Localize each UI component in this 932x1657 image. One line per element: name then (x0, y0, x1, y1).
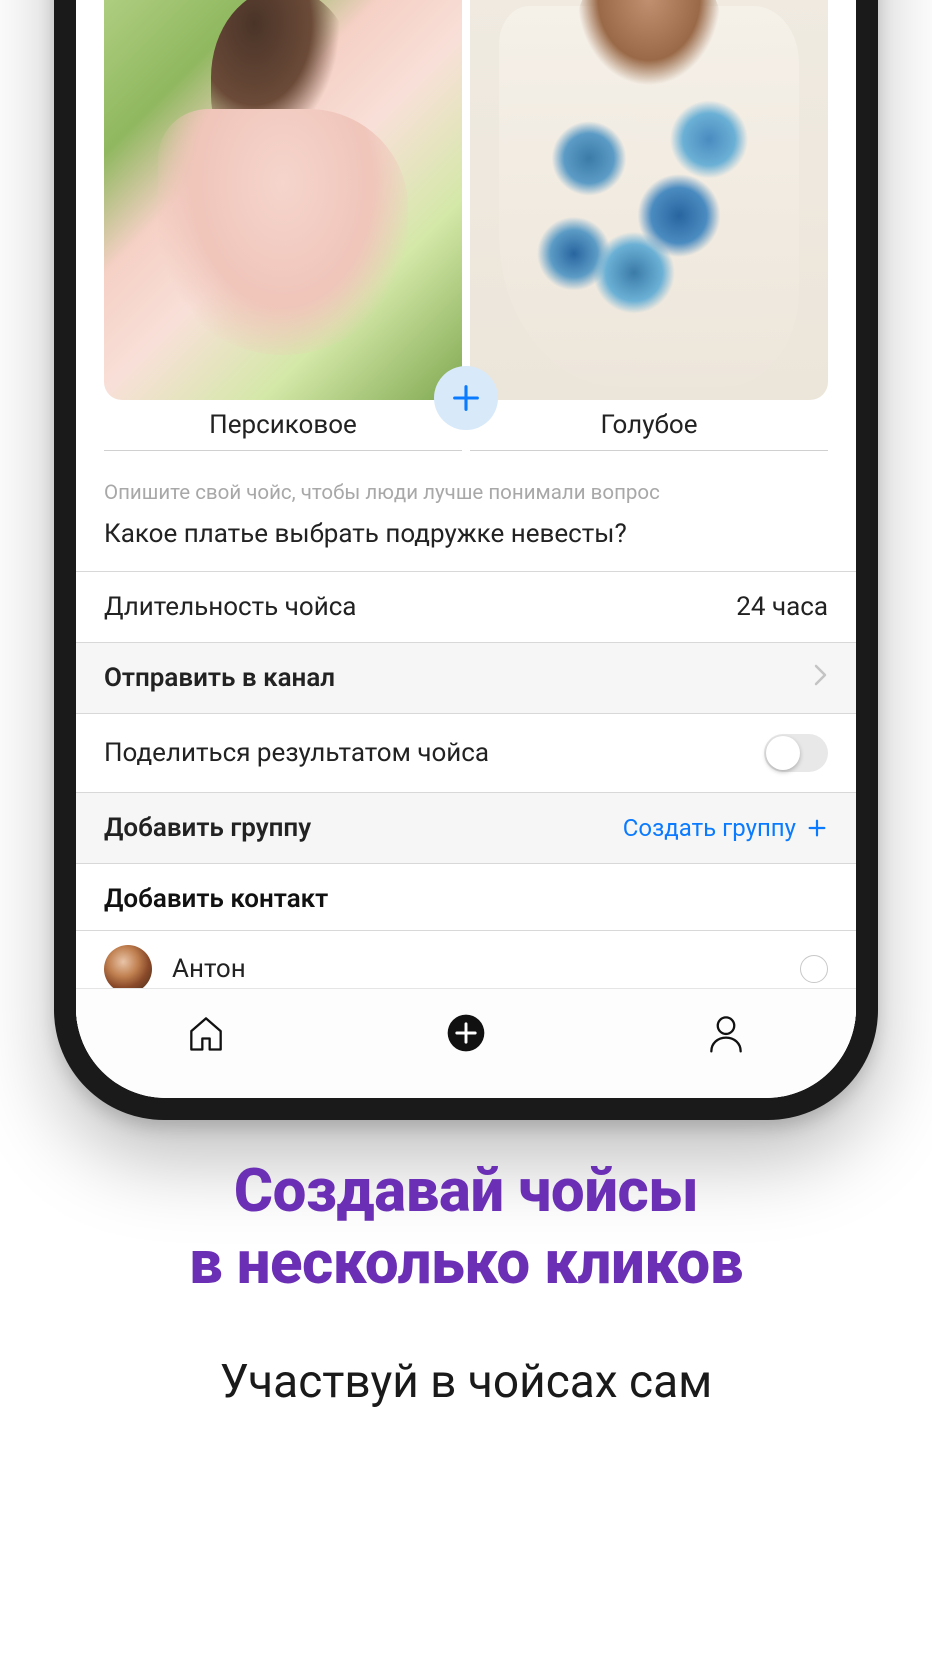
add-group-row: Добавить группу Создать группу (76, 793, 856, 864)
option-b-label-input[interactable]: Голубое (470, 410, 828, 451)
avatar (104, 945, 152, 993)
user-icon (704, 1011, 748, 1055)
choice-image-a[interactable] (104, 0, 462, 400)
description-input[interactable]: Какое платье выбрать подружке невесты? (104, 519, 828, 549)
tab-create[interactable] (440, 1007, 492, 1059)
option-a-label-input[interactable]: Персиковое (104, 410, 462, 451)
marketing-subtitle: Участвуй в чойсах сам (40, 1355, 892, 1409)
chevron-right-icon (814, 664, 828, 692)
description-hint: Опишите свой чойс, чтобы люди лучше пони… (104, 481, 828, 505)
plus-icon (449, 381, 483, 415)
phone-frame: Персиковое Голубое Опишите свой чойс, чт… (54, 0, 878, 1120)
choice-images-row (76, 0, 856, 400)
add-group-label: Добавить группу (104, 813, 311, 843)
marketing-copy: Создавай чойсы в несколько кликов Участв… (0, 1155, 932, 1409)
create-group-label: Создать группу (623, 814, 796, 842)
duration-label: Длительность чойса (104, 592, 356, 622)
marketing-title-line1: Создавай чойсы (40, 1155, 892, 1227)
create-group-button[interactable]: Создать группу (623, 814, 828, 842)
tab-home[interactable] (180, 1007, 232, 1059)
marketing-title-line2: в несколько кликов (40, 1227, 892, 1299)
tab-profile[interactable] (700, 1007, 752, 1059)
plus-icon (806, 817, 828, 839)
duration-row[interactable]: Длительность чойса 24 часа (76, 572, 856, 643)
send-to-channel-row[interactable]: Отправить в канал (76, 643, 856, 714)
duration-value: 24 часа (736, 592, 828, 622)
bottom-tabbar (76, 988, 856, 1098)
share-result-label: Поделиться результатом чойса (104, 738, 489, 768)
app-screen: Персиковое Голубое Опишите свой чойс, чт… (76, 0, 856, 1098)
add-image-button[interactable] (434, 366, 498, 430)
send-channel-label: Отправить в канал (104, 663, 335, 693)
plus-circle-icon (444, 1011, 488, 1055)
add-contact-header: Добавить контакт (76, 864, 856, 931)
home-icon (184, 1011, 228, 1055)
contact-radio[interactable] (800, 955, 828, 983)
choice-image-b[interactable] (470, 0, 828, 400)
share-result-toggle[interactable] (764, 734, 828, 772)
share-result-row: Поделиться результатом чойса (76, 714, 856, 793)
contact-name: Антон (172, 954, 246, 984)
